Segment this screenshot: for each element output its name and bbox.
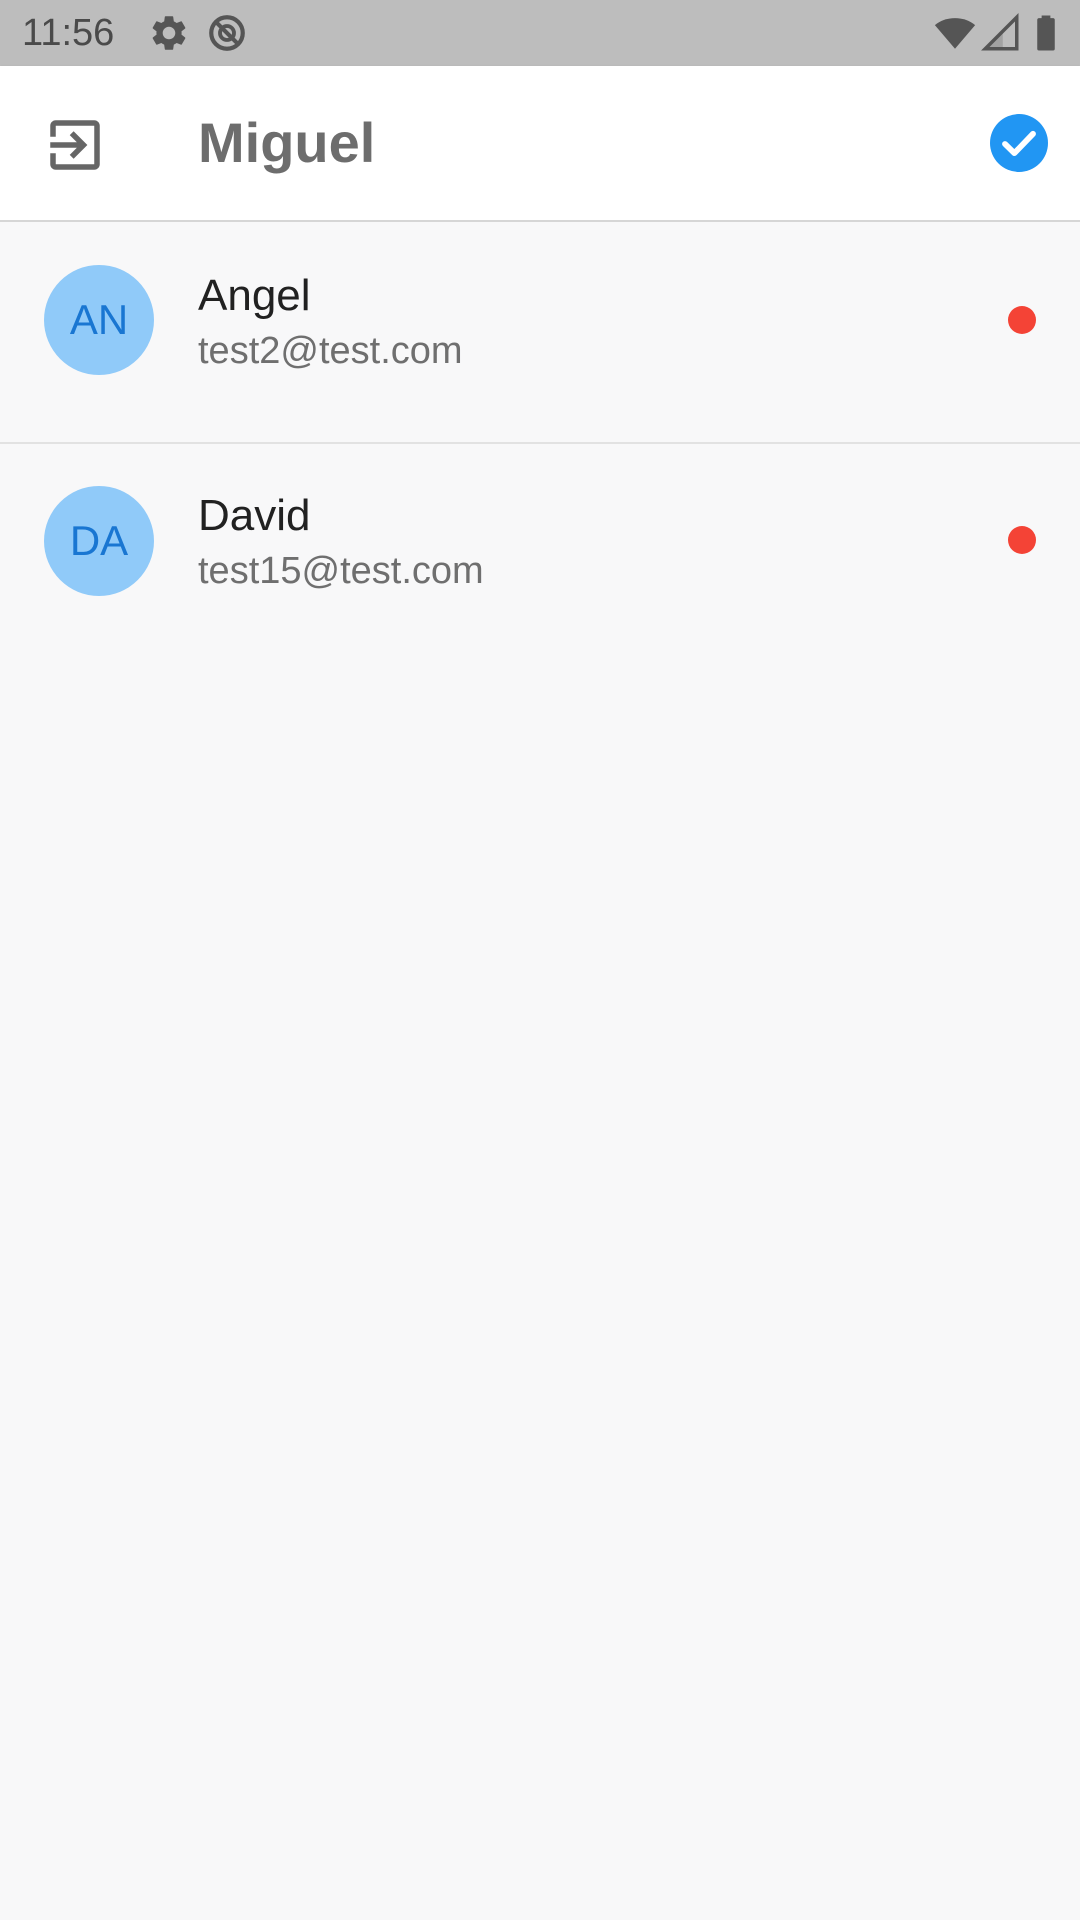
battery-icon [1024,12,1068,54]
do-not-disturb-icon [206,12,248,54]
avatar: AN [44,265,154,375]
page-title: Miguel [198,111,376,174]
contact-email: test15@test.com [198,550,484,592]
status-bar: 11:56 [0,0,1080,66]
status-dot [1008,306,1036,334]
confirm-button[interactable] [990,114,1048,172]
wifi-icon [934,12,976,54]
contact-email: test2@test.com [198,330,463,372]
contact-list-item[interactable]: DA David test15@test.com [0,444,1080,664]
check-circle-icon [990,114,1048,172]
contact-name: David [198,491,311,540]
contact-list-item[interactable]: AN Angel test2@test.com [0,222,1080,444]
status-dot [1008,526,1036,554]
contact-name: Angel [198,271,311,320]
settings-icon [148,12,190,54]
app-bar: Miguel [0,66,1080,222]
logout-button[interactable] [42,112,108,178]
contact-list: AN Angel test2@test.com DA David test15@… [0,222,1080,664]
status-time: 11:56 [22,12,115,54]
avatar: DA [44,486,154,596]
signal-icon [980,12,1022,54]
logout-icon [50,120,100,170]
